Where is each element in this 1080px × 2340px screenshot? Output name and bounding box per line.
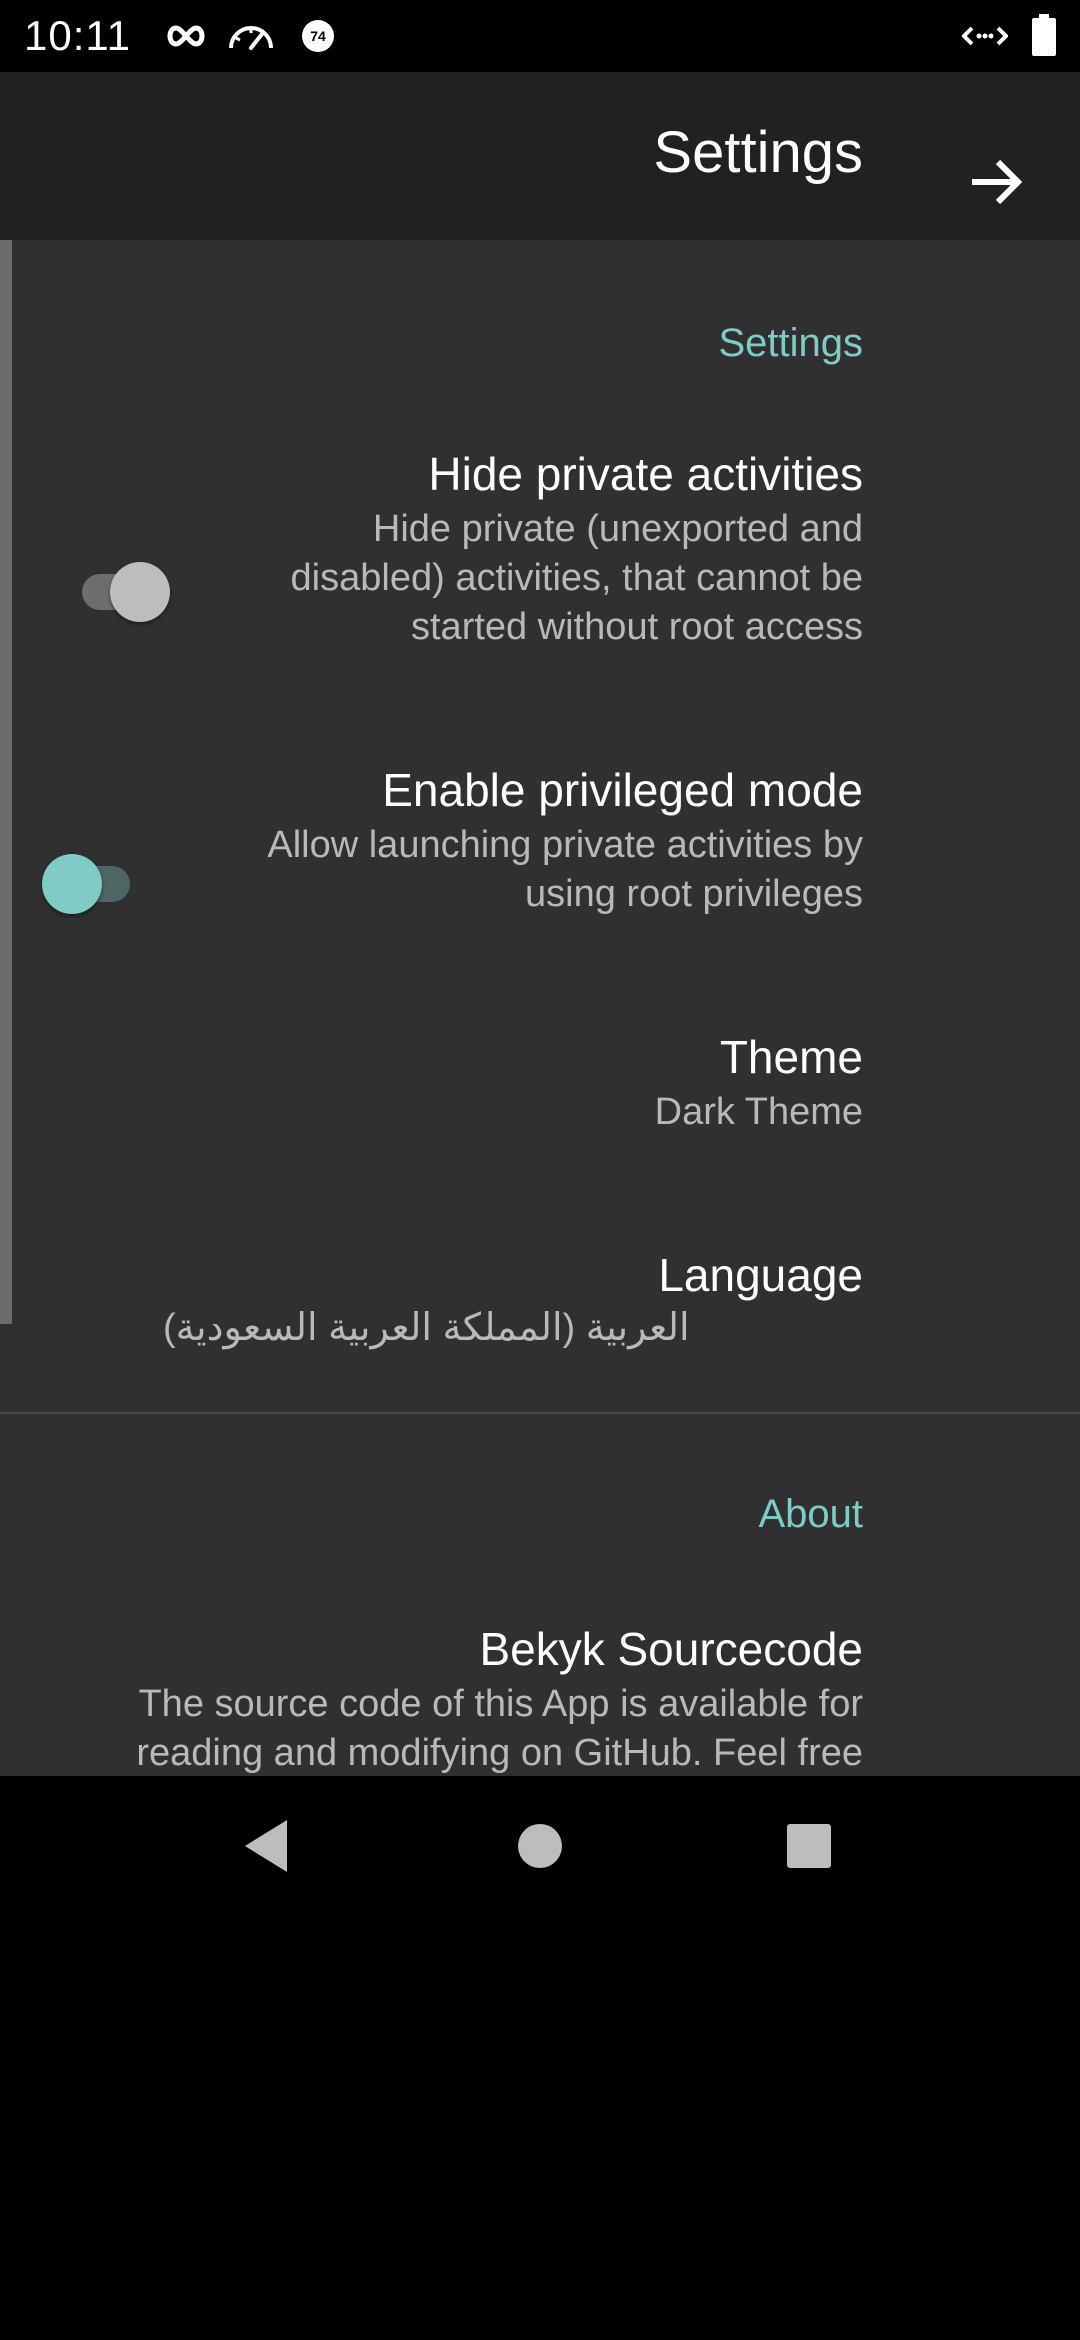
pref-title: Bekyk Sourcecode <box>479 1623 863 1675</box>
home-circle-icon[interactable] <box>500 1806 580 1886</box>
app-bar: Settings <box>0 72 1080 240</box>
pref-theme[interactable]: Theme Dark Theme <box>163 1028 863 1137</box>
pref-title: Theme <box>719 1031 863 1083</box>
code-arrows-icon <box>962 26 1008 46</box>
badge-74-icon: 74 <box>302 20 334 52</box>
scrollbar[interactable] <box>0 240 12 1324</box>
toggle-thumb <box>110 562 170 622</box>
pref-summary: Hide private (unexported and disabled) a… <box>290 508 863 648</box>
back-triangle-icon[interactable] <box>227 1806 307 1886</box>
settings-list[interactable]: Settings Hide private activities Hide pr… <box>0 240 1080 1776</box>
hide-private-toggle[interactable] <box>58 550 170 630</box>
category-about: About <box>758 1492 863 1536</box>
pref-language[interactable]: Language العربية (المملكة العربية السعود… <box>163 1246 863 1353</box>
pref-title: Language <box>658 1249 863 1301</box>
badge-text: 74 <box>310 28 326 44</box>
arrow-right-icon <box>972 159 1023 205</box>
pref-sourcecode[interactable]: Bekyk Sourcecode The source code of this… <box>43 1620 863 1776</box>
battery-icon <box>1032 14 1056 56</box>
pref-privileged-mode[interactable]: Enable privileged mode Allow launching p… <box>223 761 863 919</box>
divider <box>0 1412 1080 1414</box>
pref-summary: Dark Theme <box>654 1091 863 1133</box>
pref-title: Enable privileged mode <box>382 764 863 816</box>
privileged-mode-toggle[interactable] <box>34 842 144 922</box>
infinity-icon <box>167 25 205 47</box>
page-title: Settings <box>653 120 863 185</box>
category-settings: Settings <box>718 321 863 365</box>
pref-summary: العربية (المملكة العربية السعودية) <box>163 1307 690 1349</box>
pref-title: Hide private activities <box>428 448 863 500</box>
status-bar: 10:11 74 <box>0 0 1080 72</box>
pref-summary: The source code of this App is available… <box>136 1683 863 1774</box>
speedometer-icon <box>229 26 273 50</box>
status-time: 10:11 <box>24 12 131 59</box>
toggle-thumb <box>42 854 102 914</box>
navigation-bar <box>0 1776 1080 2340</box>
recents-square-icon[interactable] <box>769 1806 849 1886</box>
pref-hide-private[interactable]: Hide private activities Hide private (un… <box>223 445 863 652</box>
forward-button[interactable] <box>948 134 1044 230</box>
pref-summary: Allow launching private activities by us… <box>267 824 863 915</box>
